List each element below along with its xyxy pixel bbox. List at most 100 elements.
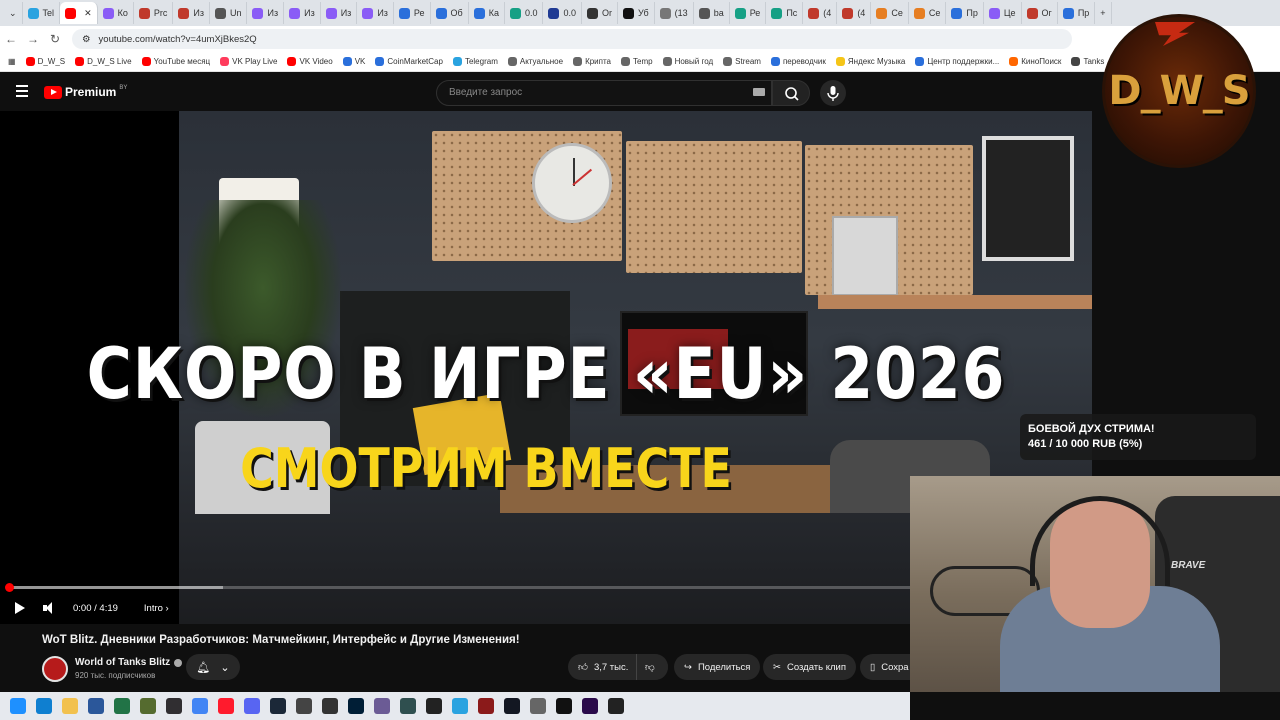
browser-tab[interactable]: Or bbox=[582, 2, 618, 24]
browser-tab[interactable]: 0.0 bbox=[505, 2, 544, 24]
apps-icon[interactable]: ▦ bbox=[8, 57, 16, 66]
browser-tab[interactable]: ✕ bbox=[60, 2, 98, 24]
forward-icon[interactable]: → bbox=[22, 32, 44, 46]
bookmark-favicon-icon bbox=[287, 57, 297, 66]
browser-tab[interactable]: (4 bbox=[803, 2, 838, 24]
browser-tab[interactable]: Из bbox=[173, 2, 210, 24]
photoshop-icon[interactable] bbox=[348, 698, 364, 714]
app5-icon[interactable] bbox=[556, 698, 572, 714]
scrubber-handle[interactable] bbox=[5, 583, 14, 592]
channel-name[interactable]: World of Tanks Blitz bbox=[75, 657, 183, 668]
browser-tab[interactable]: Се bbox=[909, 2, 947, 24]
search-button[interactable] bbox=[772, 80, 810, 106]
back-icon[interactable]: ← bbox=[0, 32, 22, 46]
discord-icon[interactable] bbox=[244, 698, 260, 714]
browser-tab[interactable]: Уб bbox=[618, 2, 655, 24]
app-icon[interactable] bbox=[296, 698, 312, 714]
terminal-icon[interactable] bbox=[426, 698, 442, 714]
browser-tab[interactable]: Се bbox=[871, 2, 909, 24]
browser-tab[interactable]: Un bbox=[210, 2, 248, 24]
bookmark-item[interactable]: Telegram bbox=[452, 57, 498, 66]
bookmark-item[interactable]: YouTube месяц bbox=[141, 57, 210, 66]
browser-tab[interactable]: Ог bbox=[1022, 2, 1058, 24]
notification-bell-button[interactable]: 🔔︎ ⌄ bbox=[186, 654, 240, 680]
explorer-icon[interactable] bbox=[62, 698, 78, 714]
channel-avatar[interactable] bbox=[42, 656, 68, 682]
browser-tab[interactable]: Ре bbox=[394, 2, 431, 24]
share-button[interactable]: ↪ Поделиться bbox=[674, 654, 761, 680]
bookmark-item[interactable]: Яндекс Музыка bbox=[835, 57, 905, 66]
bookmark-item[interactable]: Актуальное bbox=[507, 57, 563, 66]
close-tab-icon[interactable]: ✕ bbox=[84, 8, 92, 19]
reload-icon[interactable]: ↻ bbox=[44, 32, 66, 46]
bookmark-item[interactable]: CoinMarketCap bbox=[375, 57, 443, 66]
obs-icon[interactable] bbox=[166, 698, 182, 714]
bookmark-item[interactable]: D_W_S Live bbox=[75, 57, 132, 66]
browser-tab[interactable]: Пр bbox=[1058, 2, 1096, 24]
browser-tab[interactable]: Ре bbox=[730, 2, 767, 24]
bookmark-item[interactable]: Stream bbox=[723, 57, 761, 66]
browser-tab[interactable]: (4 bbox=[837, 2, 872, 24]
bookmark-item[interactable]: VK Video bbox=[287, 57, 333, 66]
volume-icon[interactable] bbox=[43, 602, 55, 614]
menu-icon[interactable] bbox=[16, 85, 28, 97]
browser-tab[interactable]: Ка bbox=[469, 2, 505, 24]
tab-search-icon[interactable]: ⌄ bbox=[4, 2, 23, 24]
browser-tab[interactable]: Це bbox=[984, 2, 1022, 24]
bookmark-item[interactable]: Центр поддержки... bbox=[915, 57, 999, 66]
browser-tab[interactable]: Из bbox=[357, 2, 394, 24]
search-input[interactable]: Введите запрос bbox=[436, 80, 772, 106]
browser-tab[interactable]: Ко bbox=[98, 2, 134, 24]
voice-search-button[interactable] bbox=[820, 80, 846, 106]
image-icon[interactable] bbox=[374, 698, 390, 714]
chrome-icon[interactable] bbox=[192, 698, 208, 714]
browser-tab[interactable]: 0.0 bbox=[543, 2, 582, 24]
excel-icon[interactable] bbox=[114, 698, 130, 714]
keyboard-icon[interactable] bbox=[753, 88, 765, 96]
bookmark-label: КиноПоиск bbox=[1021, 57, 1062, 66]
browser-tab[interactable]: Из bbox=[284, 2, 321, 24]
browser-tab[interactable]: Из bbox=[247, 2, 285, 24]
chapter-button[interactable]: Intro › bbox=[144, 603, 169, 614]
app2-icon[interactable] bbox=[322, 698, 338, 714]
app4-icon[interactable] bbox=[530, 698, 546, 714]
browser-tab[interactable]: ba bbox=[694, 2, 730, 24]
game-icon[interactable] bbox=[140, 698, 156, 714]
app6-icon[interactable] bbox=[608, 698, 624, 714]
bookmark-item[interactable]: VK Play Live bbox=[220, 57, 277, 66]
telegram-icon[interactable] bbox=[452, 698, 468, 714]
address-bar[interactable]: ⚙ youtube.com/watch?v=4umXjBkes2Q bbox=[72, 29, 1072, 49]
youtube-logo[interactable]: Premium BY bbox=[44, 85, 127, 99]
browser-tab[interactable]: Об bbox=[431, 2, 469, 24]
browser-tab[interactable]: Tel bbox=[23, 2, 61, 24]
browser-tab[interactable]: Prc bbox=[134, 2, 174, 24]
bookmark-item[interactable]: Temp bbox=[621, 57, 653, 66]
new-tab-button[interactable]: + bbox=[1095, 2, 1112, 24]
browser-tab[interactable]: Пс bbox=[766, 2, 804, 24]
site-info-icon[interactable]: ⚙ bbox=[82, 34, 91, 45]
tab-label: Из bbox=[267, 8, 279, 18]
play-icon[interactable] bbox=[15, 602, 25, 614]
share-icon: ↪ bbox=[684, 661, 692, 673]
opera-icon[interactable] bbox=[218, 698, 234, 714]
browser-tab[interactable]: (13 bbox=[655, 2, 694, 24]
word-icon[interactable] bbox=[88, 698, 104, 714]
browser-tab[interactable]: Пр bbox=[946, 2, 984, 24]
app3-icon[interactable] bbox=[400, 698, 416, 714]
clip-button[interactable]: ✂ Создать клип bbox=[763, 654, 856, 680]
bookmark-item[interactable]: Крипта bbox=[573, 57, 611, 66]
edge-icon[interactable] bbox=[36, 698, 52, 714]
bookmark-item[interactable]: КиноПоиск bbox=[1009, 57, 1061, 66]
dislike-button[interactable]: 👎︎ bbox=[636, 654, 668, 680]
bookmark-item[interactable]: переводчик bbox=[770, 57, 826, 66]
browser-tab[interactable]: Из bbox=[321, 2, 358, 24]
steam-icon[interactable] bbox=[270, 698, 286, 714]
bookmark-item[interactable]: VK bbox=[342, 57, 365, 66]
bookmark-item[interactable]: Новый год bbox=[662, 57, 713, 66]
premiere-icon[interactable] bbox=[582, 698, 598, 714]
windows-start-icon[interactable] bbox=[10, 698, 26, 714]
tradingview-icon[interactable] bbox=[504, 698, 520, 714]
bookmark-item[interactable]: D_W_S bbox=[25, 57, 65, 66]
wot-icon[interactable] bbox=[478, 698, 494, 714]
bookmark-item[interactable]: Tanks bbox=[1071, 57, 1104, 66]
